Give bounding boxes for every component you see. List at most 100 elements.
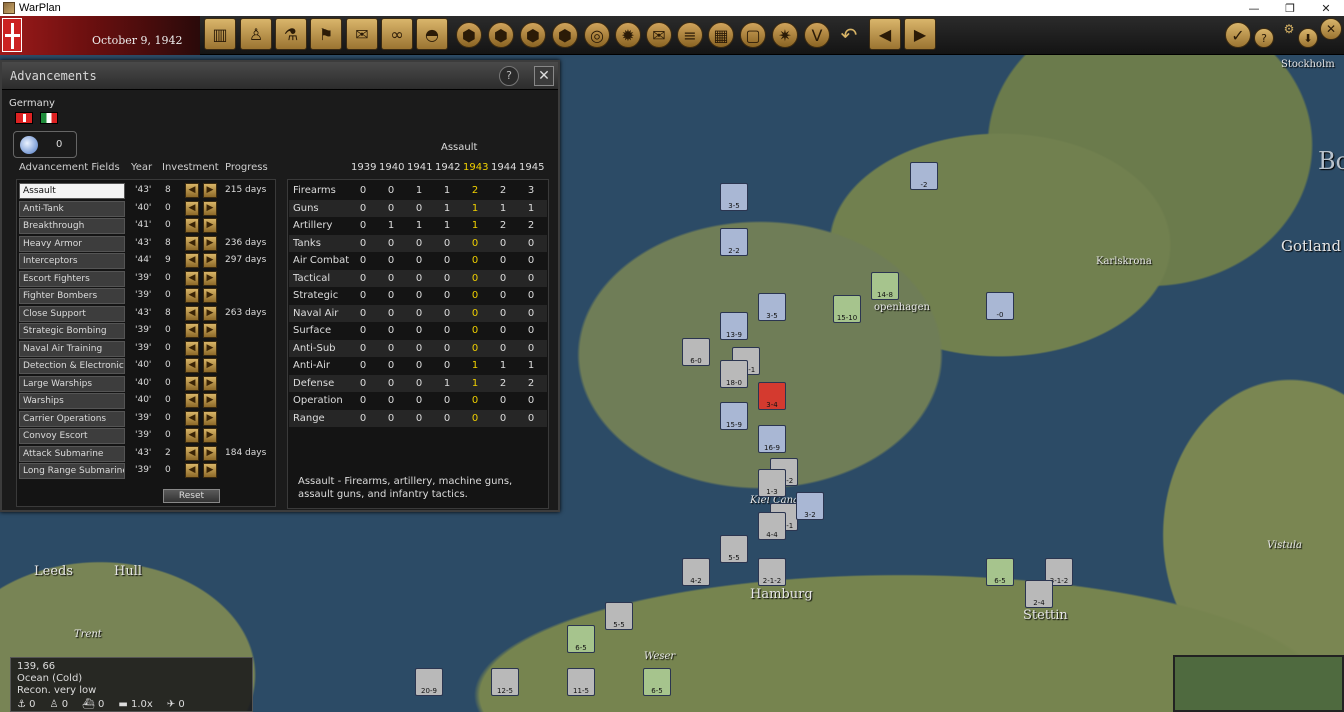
field-row[interactable]: Breakthrough '41' 0 ◀ ▶: [19, 218, 275, 234]
field-name[interactable]: Convoy Escort: [19, 428, 125, 444]
increase-investment-icon[interactable]: ▶: [203, 340, 217, 356]
field-name[interactable]: Large Warships: [19, 375, 125, 392]
decrease-investment-icon[interactable]: ◀: [185, 358, 199, 373]
report-icon[interactable]: ✉: [346, 18, 378, 50]
increase-investment-icon[interactable]: ▶: [203, 410, 217, 426]
increase-investment-icon[interactable]: ▶: [203, 183, 217, 198]
flag-icon[interactable]: ⚑: [310, 18, 342, 50]
undo-icon[interactable]: ↶: [836, 22, 862, 48]
increase-investment-icon[interactable]: ▶: [203, 270, 217, 286]
increase-investment-icon[interactable]: ▶: [203, 463, 217, 478]
field-name[interactable]: Close Support: [19, 305, 125, 322]
germany-flag-icon[interactable]: [15, 112, 33, 124]
microscope-icon[interactable]: ⚗: [275, 18, 307, 50]
increase-investment-icon[interactable]: ▶: [203, 253, 217, 268]
field-name[interactable]: Warships: [19, 393, 125, 409]
field-row[interactable]: Convoy Escort '39' 0 ◀ ▶: [19, 428, 275, 444]
decrease-investment-icon[interactable]: ◀: [185, 463, 199, 478]
italy-flag-icon[interactable]: [40, 112, 58, 124]
hex-filter-6-icon[interactable]: ✹: [615, 22, 641, 48]
increase-investment-icon[interactable]: ▶: [203, 200, 217, 216]
unit-counter[interactable]: 16-9: [758, 425, 786, 453]
decrease-investment-icon[interactable]: ◀: [185, 235, 199, 251]
decrease-investment-icon[interactable]: ◀: [185, 323, 199, 338]
decrease-investment-icon[interactable]: ◀: [185, 445, 199, 461]
field-row[interactable]: Anti-Tank '40' 0 ◀ ▶: [19, 200, 275, 217]
increase-investment-icon[interactable]: ▶: [203, 288, 217, 303]
field-row[interactable]: Large Warships '40' 0 ◀ ▶: [19, 375, 275, 392]
increase-investment-icon[interactable]: ▶: [203, 323, 217, 338]
field-name[interactable]: Attack Submarine: [19, 445, 125, 462]
increase-investment-icon[interactable]: ▶: [203, 428, 217, 443]
field-name[interactable]: Carrier Operations: [19, 410, 125, 427]
helmet-icon[interactable]: ◓: [416, 18, 448, 50]
unit-counter[interactable]: 5-5: [605, 602, 633, 630]
unit-counter[interactable]: 6-0: [682, 338, 710, 366]
field-row[interactable]: Escort Fighters '39' 0 ◀ ▶: [19, 270, 275, 287]
increase-investment-icon[interactable]: ▶: [203, 393, 217, 408]
field-name[interactable]: Long Range Submarine: [19, 463, 125, 479]
panel-help-button[interactable]: ?: [499, 66, 519, 86]
unit-counter[interactable]: 6-5: [643, 668, 671, 696]
field-row[interactable]: Naval Air Training '39' 0 ◀ ▶: [19, 340, 275, 357]
unit-counter[interactable]: 2-4: [1025, 580, 1053, 608]
unit-counter[interactable]: 3-4: [758, 382, 786, 410]
unit-counter[interactable]: 14-8: [871, 272, 899, 300]
unit-counter[interactable]: 1-3: [758, 469, 786, 497]
hex-filter-9-icon[interactable]: ▦: [708, 22, 734, 48]
field-row[interactable]: Fighter Bombers '39' 0 ◀ ▶: [19, 288, 275, 304]
decrease-investment-icon[interactable]: ◀: [185, 218, 199, 233]
field-name[interactable]: Detection & Electronics: [19, 358, 125, 374]
hex-filter-2-icon[interactable]: ⬢: [488, 22, 514, 48]
increase-investment-icon[interactable]: ▶: [203, 358, 217, 373]
decrease-investment-icon[interactable]: ◀: [185, 393, 199, 408]
next-unit-icon[interactable]: ▶: [904, 18, 936, 50]
hex-filter-10-icon[interactable]: ▢: [740, 22, 766, 48]
close-window-button[interactable]: ✕: [1308, 2, 1344, 15]
hex-filter-11-icon[interactable]: ✷: [772, 22, 798, 48]
field-row[interactable]: Carrier Operations '39' 0 ◀ ▶: [19, 410, 275, 427]
decrease-investment-icon[interactable]: ◀: [185, 305, 199, 321]
hex-filter-5-icon[interactable]: ◎: [584, 22, 610, 48]
unit-counter[interactable]: 15-10: [833, 295, 861, 323]
unit-counter[interactable]: 15-9: [720, 402, 748, 430]
increase-investment-icon[interactable]: ▶: [203, 235, 217, 251]
prev-unit-icon[interactable]: ◀: [869, 18, 901, 50]
decrease-investment-icon[interactable]: ◀: [185, 200, 199, 216]
hex-filter-12-icon[interactable]: V: [804, 22, 830, 48]
hex-filter-4-icon[interactable]: ⬢: [552, 22, 578, 48]
unit-counter[interactable]: 3-5: [758, 293, 786, 321]
decrease-investment-icon[interactable]: ◀: [185, 270, 199, 286]
settings-gear-icon[interactable]: ⚙: [1278, 18, 1300, 40]
end-turn-confirm-icon[interactable]: ✓: [1225, 22, 1251, 48]
field-name[interactable]: Breakthrough: [19, 218, 125, 234]
field-name[interactable]: Assault: [19, 183, 125, 199]
unit-counter[interactable]: 6-5: [567, 625, 595, 653]
maximize-button[interactable]: ❐: [1272, 2, 1308, 15]
close-game-icon[interactable]: ✕: [1320, 18, 1342, 40]
unit-counter[interactable]: 2-2: [720, 228, 748, 256]
field-row[interactable]: Long Range Submarine '39' 0 ◀ ▶: [19, 463, 275, 479]
increase-investment-icon[interactable]: ▶: [203, 445, 217, 461]
unit-counter[interactable]: 5-5: [720, 535, 748, 563]
unit-counter[interactable]: 13-9: [720, 312, 748, 340]
unit-counter[interactable]: 20-9: [415, 668, 443, 696]
field-row[interactable]: Close Support '43' 8 ◀ ▶ 263 days: [19, 305, 275, 322]
hex-filter-8-icon[interactable]: ≡: [677, 22, 703, 48]
unit-counter[interactable]: 3-2: [796, 492, 824, 520]
unit-counter[interactable]: 18-0: [720, 360, 748, 388]
decrease-investment-icon[interactable]: ◀: [185, 340, 199, 356]
soldier-icon[interactable]: ♙: [240, 18, 272, 50]
increase-investment-icon[interactable]: ▶: [203, 218, 217, 233]
unit-counter[interactable]: 3-5: [720, 183, 748, 211]
decrease-investment-icon[interactable]: ◀: [185, 428, 199, 443]
minimap[interactable]: [1173, 655, 1344, 712]
field-row[interactable]: Heavy Armor '43' 8 ◀ ▶ 236 days: [19, 235, 275, 252]
field-name[interactable]: Heavy Armor: [19, 235, 125, 252]
decrease-investment-icon[interactable]: ◀: [185, 288, 199, 303]
field-row[interactable]: Assault '43' 8 ◀ ▶ 215 days: [19, 183, 275, 199]
unit-counter[interactable]: -0: [986, 292, 1014, 320]
decrease-investment-icon[interactable]: ◀: [185, 183, 199, 198]
field-name[interactable]: Escort Fighters: [19, 270, 125, 287]
unit-counter[interactable]: 4-2: [682, 558, 710, 586]
